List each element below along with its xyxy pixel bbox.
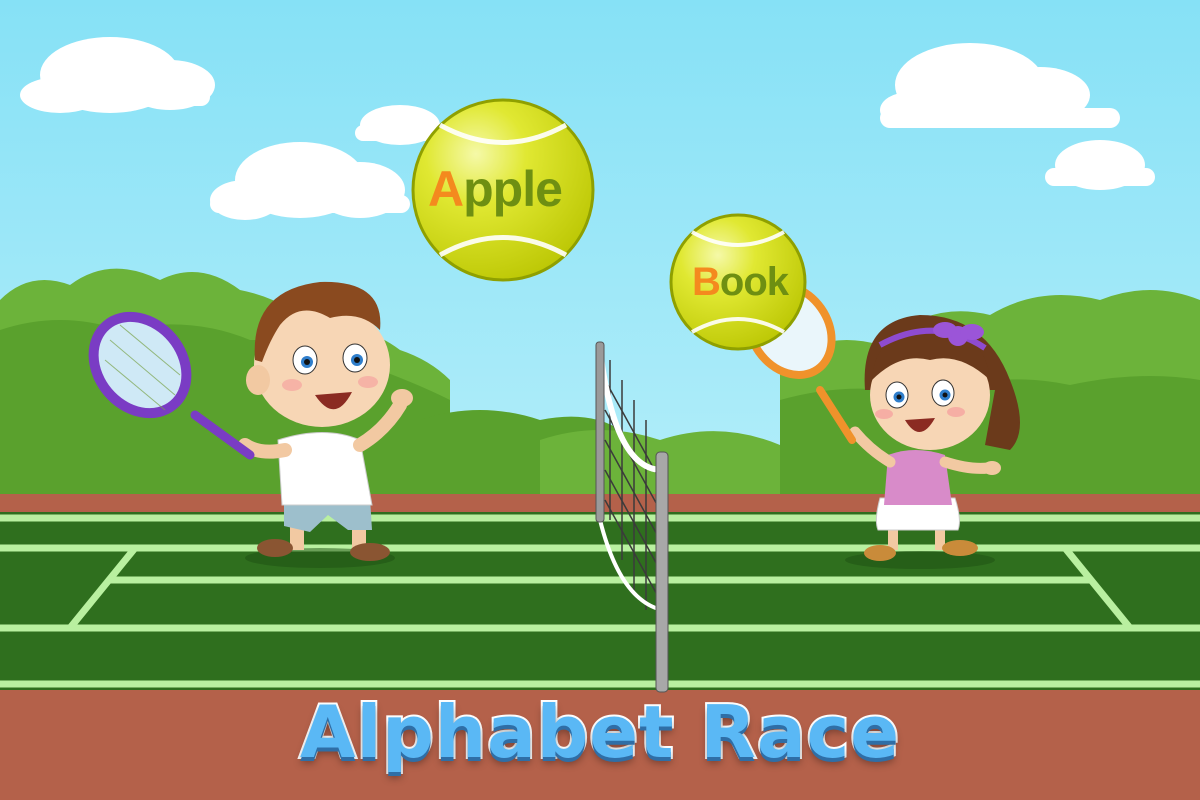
- game-scene: [0, 0, 1200, 800]
- clay-ground: [0, 690, 1200, 800]
- ball-apple[interactable]: [411, 98, 595, 282]
- tennis-court: [0, 512, 1200, 690]
- ball-book[interactable]: [669, 213, 807, 351]
